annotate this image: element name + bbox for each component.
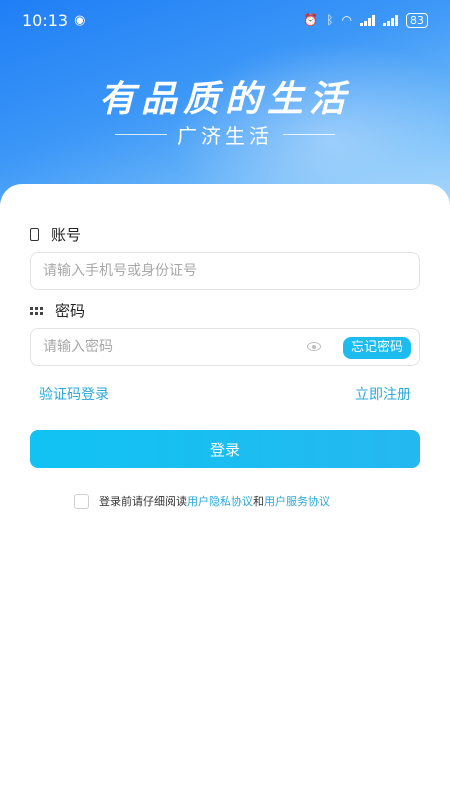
- eye-icon[interactable]: [307, 342, 321, 351]
- agreement-checkbox[interactable]: [74, 493, 89, 509]
- status-time: 10:13: [22, 10, 69, 30]
- agreement-prefix: 登录前请仔细阅读: [99, 495, 187, 508]
- sms-login-link[interactable]: 验证码登录: [39, 384, 109, 404]
- agreement-row: 登录前请仔细阅读用户隐私协议和用户服务协议: [74, 493, 330, 509]
- keypad-icon: [30, 306, 43, 315]
- app-name: 广济生活: [177, 124, 273, 148]
- account-label: 账号: [51, 226, 82, 244]
- battery-icon: 83: [406, 12, 428, 28]
- privacy-policy-link[interactable]: 用户隐私协议: [187, 495, 253, 508]
- wifi-icon: ◠: [341, 13, 352, 27]
- subtitle-line-left: [115, 134, 167, 135]
- forgot-password-button[interactable]: 忘记密码: [342, 337, 411, 359]
- login-card: 账号 密码 忘记密码 验证码登录 立即注册 登录 登录前请仔细阅读用户隐私协议和…: [0, 184, 450, 800]
- account-field: [30, 252, 420, 290]
- hero-slogan: 有品质的生活: [98, 78, 351, 120]
- signal-icon-2: [383, 14, 398, 26]
- password-label-row: 密码: [30, 300, 85, 321]
- password-label: 密码: [55, 302, 86, 320]
- signal-icon: [360, 14, 375, 26]
- register-link[interactable]: 立即注册: [355, 384, 411, 404]
- subtitle-line-right: [283, 134, 335, 135]
- agreement-text: 登录前请仔细阅读用户隐私协议和用户服务协议: [99, 493, 330, 509]
- password-field: 忘记密码: [30, 328, 420, 366]
- account-input[interactable]: [31, 253, 419, 289]
- bluetooth-icon: ᛒ: [326, 13, 334, 27]
- service-agreement-link[interactable]: 用户服务协议: [264, 495, 330, 508]
- alarm-icon: ⏰: [303, 13, 319, 27]
- hero-subtitle: 广济生活: [0, 120, 450, 149]
- phone-icon: [30, 228, 39, 241]
- account-label-row: 账号: [30, 224, 81, 245]
- eye-status-icon: ◉: [74, 12, 86, 28]
- agreement-and: 和: [253, 495, 264, 508]
- status-bar: 10:13 ◉ ⏰ ᛒ ◠ 83: [0, 0, 450, 40]
- login-button[interactable]: 登录: [30, 430, 420, 468]
